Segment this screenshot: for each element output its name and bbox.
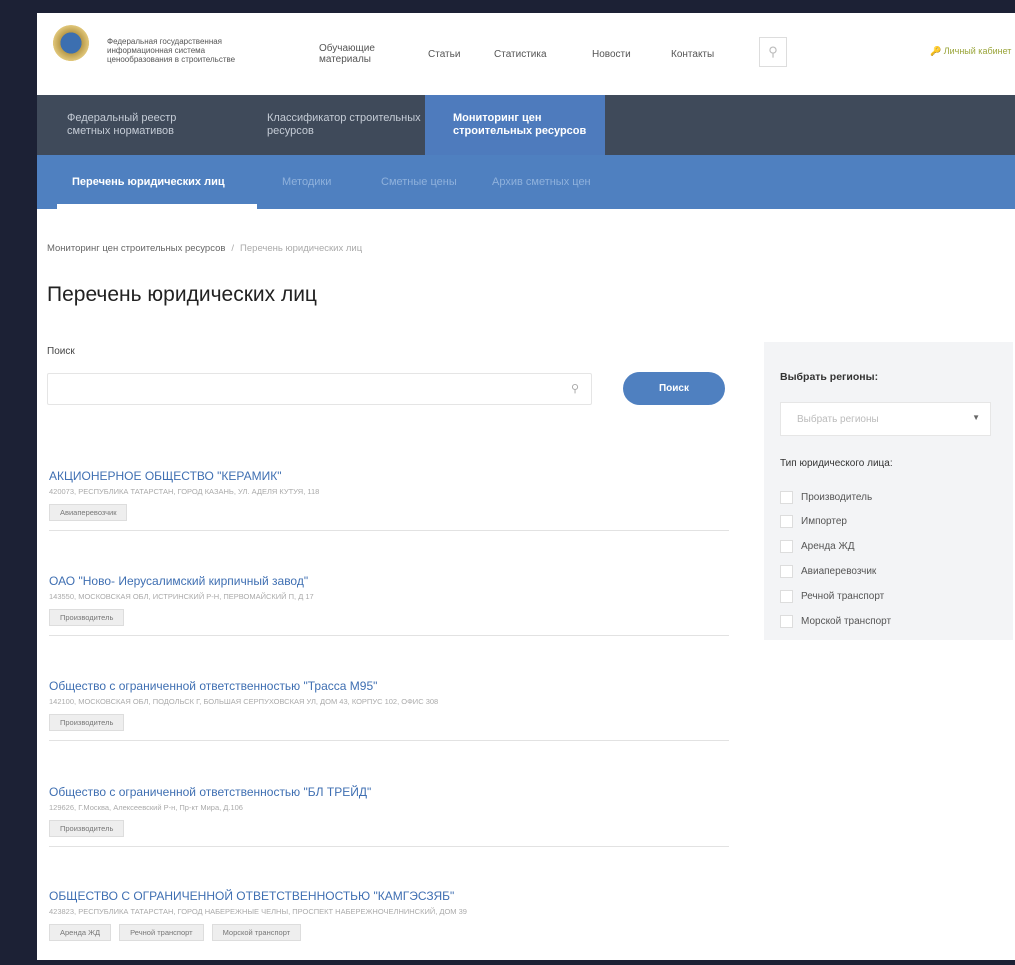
filter-river-transport[interactable]: Речной транспорт bbox=[780, 590, 884, 603]
checkbox-label: Морской транспорт bbox=[801, 616, 892, 627]
regions-title: Выбрать регионы: bbox=[780, 371, 879, 383]
cabinet-link[interactable]: 🔑 Личный кабинет bbox=[930, 46, 1011, 57]
filter-panel: Выбрать регионы: Выбрать регионы ▼ Тип ю… bbox=[764, 342, 1013, 640]
tab-resource-classifier[interactable]: Классификатор строительных ресурсов bbox=[267, 95, 422, 155]
tab-price-archive[interactable]: Архив сметных цен bbox=[492, 155, 591, 209]
list-item: ОБЩЕСТВО С ОГРАНИЧЕННОЙ ОТВЕТСТВЕННОСТЬЮ… bbox=[49, 889, 729, 942]
org-line: Федеральная государственная bbox=[107, 37, 223, 46]
filter-producer[interactable]: Производитель bbox=[780, 491, 872, 504]
entity-type-badge: Производитель bbox=[49, 820, 125, 837]
entity-type-title: Тип юридического лица: bbox=[780, 458, 893, 469]
entity-type-badge: Морской транспорт bbox=[211, 924, 302, 941]
tab-norms-registry[interactable]: Федеральный реестр сметных нормативов bbox=[67, 95, 217, 155]
checkbox-label: Производитель bbox=[801, 492, 873, 503]
org-line: ценообразования в строительстве bbox=[107, 55, 236, 64]
entity-type-badge: Речной транспорт bbox=[119, 924, 204, 941]
checkbox-label: Речной транспорт bbox=[801, 591, 885, 602]
divider bbox=[49, 846, 729, 847]
search-icon[interactable]: ⚲ bbox=[759, 37, 787, 67]
entity-address: 129626, Г.Москва, Алексеевский Р-н, Пр-к… bbox=[49, 803, 243, 812]
search-button[interactable]: Поиск bbox=[623, 372, 725, 405]
org-name: Федеральная государственная информационн… bbox=[107, 37, 267, 64]
nav-news[interactable]: Новости bbox=[592, 13, 631, 95]
site-header: Федеральная государственная информационн… bbox=[37, 13, 1015, 95]
tab-price-monitoring[interactable]: Мониторинг цен строительных ресурсов bbox=[425, 95, 605, 155]
list-item: Общество с ограниченной ответственностью… bbox=[49, 785, 729, 847]
tab-methods[interactable]: Методики bbox=[282, 155, 331, 209]
entity-name-link[interactable]: Общество с ограниченной ответственностью… bbox=[49, 679, 729, 693]
checkbox-label: Аренда ЖД bbox=[801, 541, 855, 552]
checkbox[interactable] bbox=[780, 565, 793, 578]
breadcrumb: Мониторинг цен строительных ресурсов / Пер… bbox=[47, 243, 362, 254]
org-line: информационная система bbox=[107, 46, 206, 55]
checkbox[interactable] bbox=[780, 515, 793, 528]
search-label: Поиск bbox=[47, 346, 75, 357]
filter-sea-transport[interactable]: Морской транспорт bbox=[780, 615, 891, 628]
divider bbox=[49, 635, 729, 636]
sub-nav: Перечень юридических лиц Методики Сметны… bbox=[37, 155, 1015, 209]
divider bbox=[49, 530, 729, 531]
nav-statistics[interactable]: Статистика bbox=[494, 13, 547, 95]
search-input[interactable]: ⚲ bbox=[47, 373, 592, 405]
page: Федеральная государственная информационн… bbox=[37, 13, 1015, 960]
registry-nav: Федеральный реестр сметных нормативов Кл… bbox=[37, 95, 1015, 155]
checkbox[interactable] bbox=[780, 491, 793, 504]
entity-name-link[interactable]: ОБЩЕСТВО С ОГРАНИЧЕННОЙ ОТВЕТСТВЕННОСТЬЮ… bbox=[49, 889, 729, 903]
list-item: Общество с ограниченной ответственностью… bbox=[49, 679, 729, 741]
entity-address: 420073, РЕСПУБЛИКА ТАТАРСТАН, ГОРОД КАЗА… bbox=[49, 487, 320, 496]
regions-select[interactable]: Выбрать регионы ▼ bbox=[780, 402, 991, 436]
tab-estimate-prices[interactable]: Сметные цены bbox=[381, 155, 457, 209]
checkbox[interactable] bbox=[780, 540, 793, 553]
nav-contacts[interactable]: Контакты bbox=[671, 13, 714, 95]
regions-placeholder: Выбрать регионы bbox=[797, 413, 879, 425]
checkbox-label: Импортер bbox=[801, 516, 847, 527]
entity-address: 423823, РЕСПУБЛИКА ТАТАРСТАН, ГОРОД НАБЕ… bbox=[49, 907, 467, 916]
entity-type-badge: Производитель bbox=[49, 609, 125, 626]
chevron-down-icon: ▼ bbox=[972, 413, 980, 422]
breadcrumb-separator: / bbox=[231, 243, 235, 254]
page-title: Перечень юридических лиц bbox=[47, 283, 317, 306]
entity-address: 142100, МОСКОВСКАЯ ОБЛ, ПОДОЛЬСК Г, БОЛЬ… bbox=[49, 697, 439, 706]
checkbox-label: Авиаперевозчик bbox=[801, 566, 877, 577]
filter-rail-rent[interactable]: Аренда ЖД bbox=[780, 540, 855, 553]
cabinet-label: Личный кабинет bbox=[943, 46, 1012, 56]
breadcrumb-parent[interactable]: Мониторинг цен строительных ресурсов bbox=[47, 243, 225, 254]
entity-type-badge: Производитель bbox=[49, 714, 125, 731]
entity-type-badge: Авиаперевозчик bbox=[49, 504, 128, 521]
entity-type-badge: Аренда ЖД bbox=[49, 924, 112, 941]
entity-name-link[interactable]: Общество с ограниченной ответственностью… bbox=[49, 785, 729, 799]
filter-air-carrier[interactable]: Авиаперевозчик bbox=[780, 565, 876, 578]
search-icon: ⚲ bbox=[570, 383, 579, 395]
active-tab-indicator bbox=[57, 204, 257, 209]
nav-training-materials[interactable]: Обучающие материалы bbox=[319, 13, 409, 95]
divider bbox=[49, 740, 729, 741]
entity-name-link[interactable]: ОАО "Ново- Иерусалимский кирпичный завод… bbox=[49, 574, 729, 588]
breadcrumb-current: Перечень юридических лиц bbox=[240, 243, 363, 254]
nav-articles[interactable]: Статьи bbox=[428, 13, 460, 95]
emblem-logo[interactable] bbox=[51, 25, 91, 65]
checkbox[interactable] bbox=[780, 615, 793, 628]
list-item: ОАО "Ново- Иерусалимский кирпичный завод… bbox=[49, 574, 729, 636]
tab-legal-entities[interactable]: Перечень юридических лиц bbox=[72, 155, 225, 209]
entity-name-link[interactable]: АКЦИОНЕРНОЕ ОБЩЕСТВО "КЕРАМИК" bbox=[49, 469, 729, 483]
filter-importer[interactable]: Импортер bbox=[780, 515, 847, 528]
list-item: АКЦИОНЕРНОЕ ОБЩЕСТВО "КЕРАМИК" 420073, Р… bbox=[49, 469, 729, 531]
checkbox[interactable] bbox=[780, 590, 793, 603]
entity-address: 143550, МОСКОВСКАЯ ОБЛ, ИСТРИНСКИЙ Р-Н, … bbox=[49, 592, 314, 601]
